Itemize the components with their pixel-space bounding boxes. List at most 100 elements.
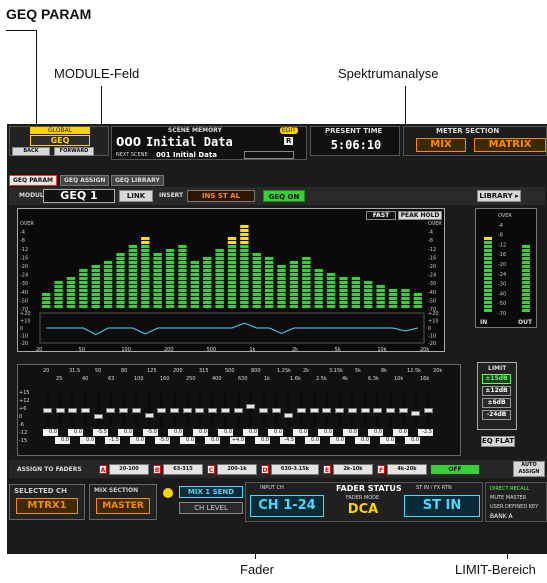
- spectrum-bar-segment: [116, 253, 125, 256]
- fader-value: 0.0: [355, 437, 370, 444]
- input-ch-button[interactable]: CH 1-24: [250, 495, 324, 517]
- mix-section-panel[interactable]: MIX SECTION MASTER: [89, 484, 157, 520]
- fader-knob[interactable]: [157, 408, 167, 413]
- meter-mix-button[interactable]: MIX: [416, 138, 466, 152]
- spectrum-bar-segment: [141, 253, 150, 256]
- fader-freq-label: 16k: [420, 376, 429, 382]
- fader-knob[interactable]: [373, 408, 383, 413]
- assign-group-button[interactable]: 20-100: [109, 464, 149, 475]
- global-value[interactable]: GEQ: [30, 135, 90, 146]
- master-meter-segment: [522, 249, 530, 252]
- fader-knob[interactable]: [233, 408, 243, 413]
- limit-15db-button[interactable]: ±15dB: [482, 374, 511, 384]
- module-selector[interactable]: GEQ 1: [43, 189, 115, 203]
- assign-group-letter[interactable]: D: [261, 465, 269, 474]
- assign-group-button[interactable]: 2k-10k: [333, 464, 373, 475]
- fader-knob[interactable]: [144, 413, 154, 418]
- spectrum-scale-label: OVER: [20, 221, 34, 227]
- spectrum-bar-segment: [351, 289, 361, 292]
- fader-knob[interactable]: [182, 408, 192, 413]
- fader-track[interactable]: [287, 393, 291, 427]
- fader-track[interactable]: [96, 393, 100, 427]
- spectrum-bar-segment: [42, 297, 51, 300]
- mix-send-button[interactable]: MIX 1 SEND: [179, 486, 243, 498]
- fader-knob[interactable]: [284, 412, 294, 418]
- spectrum-bar-segment: [264, 301, 274, 304]
- fader-knob[interactable]: [208, 408, 218, 413]
- spectrum-bar-segment: [203, 297, 212, 300]
- tab-geq-assign[interactable]: GEQ ASSIGN: [60, 175, 110, 186]
- assign-group-letter[interactable]: C: [207, 465, 215, 474]
- link-button[interactable]: LINK: [119, 190, 153, 202]
- limit-24db-button[interactable]: -24dB: [482, 410, 511, 420]
- assign-group-letter[interactable]: A: [99, 465, 107, 474]
- fader-knob[interactable]: [411, 410, 421, 416]
- tab-geq-param[interactable]: GEQ PARAM: [9, 175, 57, 186]
- fader-track[interactable]: [147, 393, 151, 427]
- assign-group-letter[interactable]: F: [377, 465, 385, 474]
- fader-knob[interactable]: [424, 408, 434, 413]
- scene-memory-panel[interactable]: SCENE MEMORY EDIT 000 Initial Data R NEX…: [111, 126, 307, 160]
- spectrum-bar-segment: [264, 265, 274, 268]
- fader-knob[interactable]: [220, 408, 230, 413]
- auto-assign-button[interactable]: AUTO ASSIGN: [513, 461, 545, 477]
- spectrum-bar-segment: [264, 293, 274, 296]
- spectrum-bar-segment: [153, 261, 162, 264]
- assign-group-button[interactable]: 630-3.15k: [271, 464, 319, 475]
- fader-knob[interactable]: [309, 408, 319, 413]
- fast-button[interactable]: FAST: [366, 211, 396, 220]
- forward-button[interactable]: FORWARD: [54, 147, 94, 156]
- peak-hold-button[interactable]: PEAK HOLD: [398, 211, 442, 220]
- spectrum-bar-segment: [91, 293, 100, 296]
- selected-ch-panel[interactable]: SELECTED CH MTRX1: [9, 484, 85, 520]
- fader-knob[interactable]: [246, 404, 256, 409]
- fader-knob[interactable]: [106, 408, 116, 413]
- assign-group-button[interactable]: 200-1k: [217, 464, 257, 475]
- fader-freq-label: 1k: [264, 376, 270, 382]
- mute-master-label[interactable]: MUTE MASTER: [490, 495, 526, 501]
- fader-knob[interactable]: [347, 408, 357, 413]
- fader-knob[interactable]: [322, 408, 332, 413]
- library-button[interactable]: LIBRARY ▸: [477, 190, 521, 202]
- fader-knob[interactable]: [93, 413, 103, 419]
- fader-knob[interactable]: [119, 408, 129, 413]
- limit-6db-button[interactable]: ±6dB: [482, 398, 511, 408]
- eq-flat-button[interactable]: EQ FLAT: [481, 436, 515, 447]
- assign-group-letter[interactable]: E: [323, 465, 331, 474]
- ch-level-button[interactable]: CH LEVEL: [179, 502, 243, 514]
- fader-knob[interactable]: [386, 408, 396, 413]
- bank-label[interactable]: BANK A: [490, 513, 513, 520]
- meter-matrix-button[interactable]: MATRIX: [474, 138, 546, 152]
- assign-group-letter[interactable]: B: [153, 465, 161, 474]
- back-button[interactable]: BACK: [12, 147, 50, 156]
- fader-knob[interactable]: [169, 408, 179, 413]
- assign-group-button[interactable]: 63-315: [163, 464, 203, 475]
- geq-on-button[interactable]: GEQ ON: [263, 190, 305, 202]
- insert-value[interactable]: INS ST AL: [187, 190, 255, 202]
- limit-12db-button[interactable]: ±12dB: [482, 386, 511, 396]
- spectrum-bar-segment: [54, 301, 63, 304]
- fader-mode-button[interactable]: DCA: [332, 502, 394, 518]
- assign-group-button[interactable]: 4k-20k: [387, 464, 427, 475]
- fader-knob[interactable]: [398, 408, 408, 413]
- spectrum-bar-segment: [215, 289, 224, 292]
- assign-off-button[interactable]: OFF: [431, 465, 479, 474]
- fader-knob[interactable]: [297, 408, 307, 413]
- fader-knob[interactable]: [195, 408, 205, 413]
- fader-knob[interactable]: [335, 408, 345, 413]
- spectrum-bar-segment: [153, 277, 162, 280]
- fader-knob[interactable]: [80, 408, 90, 413]
- st-in-button[interactable]: ST IN: [404, 495, 480, 517]
- fader-knob[interactable]: [258, 408, 268, 413]
- direct-recall-label[interactable]: DIRECT RECALL: [490, 486, 529, 492]
- fader-knob[interactable]: [360, 408, 370, 413]
- fader-value: 0.0: [68, 429, 83, 436]
- fader-knob[interactable]: [42, 408, 52, 413]
- fader-knob[interactable]: [68, 408, 78, 413]
- fader-knob[interactable]: [271, 408, 281, 413]
- fader-knob[interactable]: [55, 408, 65, 413]
- fader-knob[interactable]: [131, 408, 141, 413]
- tab-geq-library[interactable]: GEQ LIBRARY: [111, 175, 164, 186]
- spectrum-bar-segment: [153, 273, 162, 276]
- fader-track[interactable]: [249, 393, 253, 427]
